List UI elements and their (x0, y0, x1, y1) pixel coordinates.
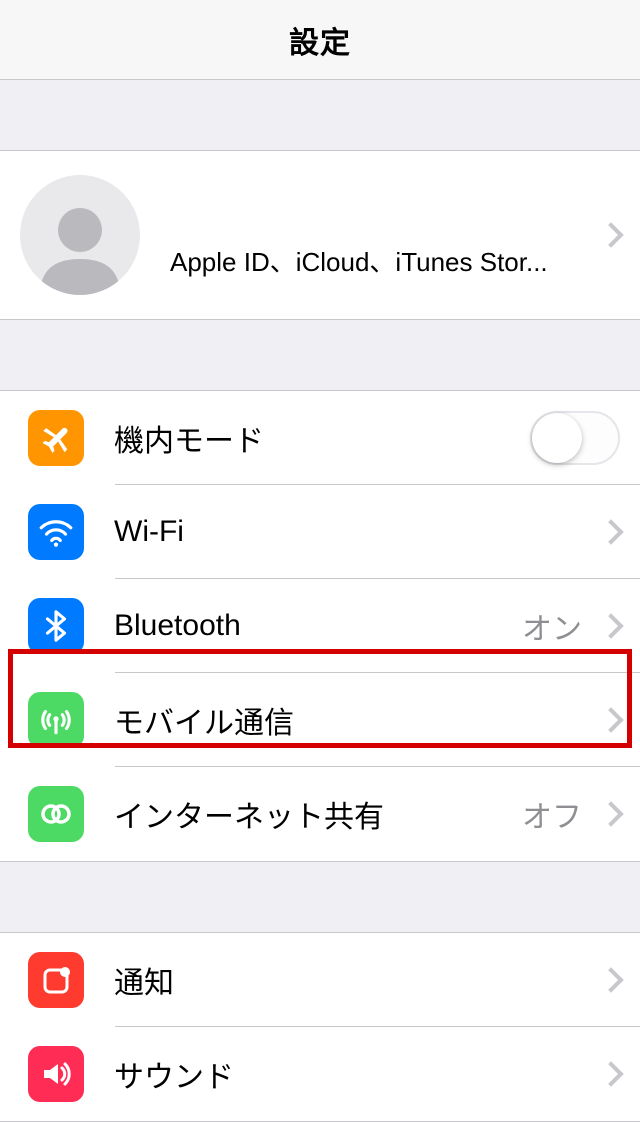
airplane-mode-row[interactable]: 機内モード (0, 391, 640, 485)
cellular-icon (28, 692, 84, 748)
avatar (20, 175, 140, 295)
chevron-right-icon (598, 967, 623, 992)
cellular-label: モバイル通信 (114, 698, 592, 742)
apple-id-row[interactable]: Apple ID、iCloud、iTunes Stor... (0, 151, 640, 319)
hotspot-value: オフ (522, 792, 582, 836)
notifications-icon (28, 952, 84, 1008)
airplane-icon (28, 410, 84, 466)
bluetooth-value: オン (522, 604, 582, 648)
wifi-row[interactable]: Wi-Fi (0, 485, 640, 579)
page-title: 設定 (289, 18, 351, 62)
apple-id-section: Apple ID、iCloud、iTunes Stor... (0, 150, 640, 320)
section-gap (0, 80, 640, 150)
header: 設定 (0, 0, 640, 80)
bluetooth-row[interactable]: Bluetooth オン (0, 579, 640, 673)
connectivity-section: 機内モード Wi-Fi Bluetooth オン (0, 390, 640, 862)
notifications-label: 通知 (114, 958, 592, 1002)
wifi-label: Wi-Fi (114, 515, 592, 549)
section-gap (0, 862, 640, 932)
wifi-icon (28, 504, 84, 560)
airplane-mode-switch[interactable] (530, 411, 620, 465)
chevron-right-icon (598, 801, 623, 826)
cellular-row[interactable]: モバイル通信 (0, 673, 640, 767)
notifications-section: 通知 サウンド (0, 932, 640, 1122)
bluetooth-label: Bluetooth (114, 609, 522, 643)
chevron-right-icon (598, 519, 623, 544)
sound-row[interactable]: サウンド (0, 1027, 640, 1121)
switch-knob (532, 413, 582, 463)
chevron-right-icon (598, 613, 623, 638)
bluetooth-icon (28, 598, 84, 654)
airplane-mode-label: 機内モード (114, 416, 530, 460)
chevron-right-icon (598, 1061, 623, 1086)
apple-id-subtitle: Apple ID、iCloud、iTunes Stor... (170, 242, 592, 279)
sound-icon (28, 1046, 84, 1102)
notifications-row[interactable]: 通知 (0, 933, 640, 1027)
chevron-right-icon (598, 707, 623, 732)
chevron-right-icon (598, 222, 623, 247)
hotspot-row[interactable]: インターネット共有 オフ (0, 767, 640, 861)
hotspot-icon (28, 786, 84, 842)
section-gap (0, 320, 640, 390)
hotspot-label: インターネット共有 (114, 792, 522, 836)
sound-label: サウンド (114, 1052, 592, 1096)
person-icon (30, 195, 130, 295)
